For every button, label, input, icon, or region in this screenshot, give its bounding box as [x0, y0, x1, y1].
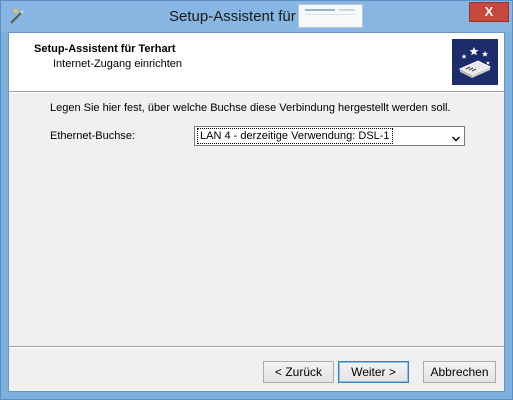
- wizard-stars-icon: [452, 39, 498, 85]
- title-thumbnail-image: [298, 4, 363, 28]
- back-button[interactable]: < Zurück: [263, 361, 334, 383]
- chevron-down-icon[interactable]: [451, 131, 461, 142]
- setup-wizard-window: Setup-Assistent für X Setup-Assistent fü…: [0, 0, 513, 400]
- wizard-header-subtitle: Internet-Zugang einrichten: [53, 58, 183, 70]
- button-divider: [9, 346, 504, 348]
- wizard-header: Setup-Assistent für Terhart Internet-Zug…: [9, 33, 504, 92]
- ethernet-select[interactable]: LAN 4 - derzeitige Verwendung: DSL-1: [194, 126, 465, 146]
- ethernet-label: Ethernet-Buchse:: [50, 130, 135, 142]
- cancel-button[interactable]: Abbrechen: [423, 361, 496, 383]
- wizard-client-area: Setup-Assistent für Terhart Internet-Zug…: [8, 32, 505, 392]
- title-bar[interactable]: Setup-Assistent für X: [1, 1, 512, 32]
- close-button[interactable]: X: [469, 2, 509, 22]
- window-title: Setup-Assistent für: [169, 8, 296, 25]
- instruction-text: Legen Sie hier fest, über welche Buchse …: [50, 102, 451, 114]
- ethernet-select-value: LAN 4 - derzeitige Verwendung: DSL-1: [197, 128, 393, 144]
- wizard-wand-icon: [7, 6, 27, 26]
- next-button[interactable]: Weiter >: [338, 361, 409, 383]
- wizard-header-title: Setup-Assistent für Terhart: [34, 43, 176, 55]
